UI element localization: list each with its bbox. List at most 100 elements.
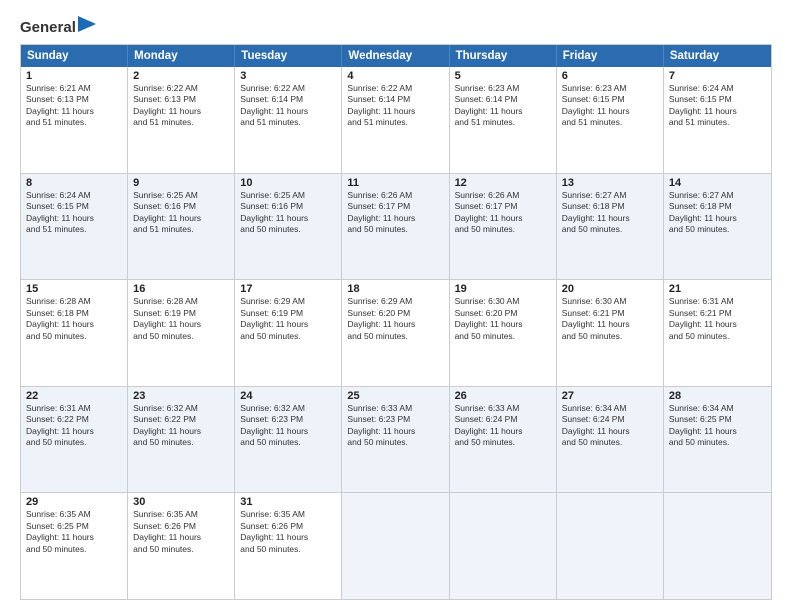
day-number: 6 [562,70,658,82]
day-number: 21 [669,283,766,295]
day-info: Sunrise: 6:32 AM Sunset: 6:22 PM Dayligh… [133,403,229,449]
header: General [20,18,772,34]
day-info: Sunrise: 6:22 AM Sunset: 6:13 PM Dayligh… [133,83,229,129]
calendar-cell: 24Sunrise: 6:32 AM Sunset: 6:23 PM Dayli… [235,387,342,493]
page: General SundayMondayTuesdayWednesdayThur… [0,0,792,612]
calendar-cell: 2Sunrise: 6:22 AM Sunset: 6:13 PM Daylig… [128,67,235,173]
day-info: Sunrise: 6:25 AM Sunset: 6:16 PM Dayligh… [133,190,229,236]
day-number: 9 [133,177,229,189]
calendar-row: 29Sunrise: 6:35 AM Sunset: 6:25 PM Dayli… [21,492,771,599]
calendar-cell: 31Sunrise: 6:35 AM Sunset: 6:26 PM Dayli… [235,493,342,599]
logo-general: General [20,19,76,36]
day-info: Sunrise: 6:22 AM Sunset: 6:14 PM Dayligh… [240,83,336,129]
calendar-cell: 19Sunrise: 6:30 AM Sunset: 6:20 PM Dayli… [450,280,557,386]
day-info: Sunrise: 6:29 AM Sunset: 6:20 PM Dayligh… [347,296,443,342]
day-info: Sunrise: 6:33 AM Sunset: 6:23 PM Dayligh… [347,403,443,449]
day-info: Sunrise: 6:23 AM Sunset: 6:14 PM Dayligh… [455,83,551,129]
calendar-cell: 15Sunrise: 6:28 AM Sunset: 6:18 PM Dayli… [21,280,128,386]
calendar-cell: 3Sunrise: 6:22 AM Sunset: 6:14 PM Daylig… [235,67,342,173]
weekday-header: Friday [557,45,664,67]
empty-cell [450,493,557,599]
calendar-cell: 25Sunrise: 6:33 AM Sunset: 6:23 PM Dayli… [342,387,449,493]
weekday-header: Saturday [664,45,771,67]
day-info: Sunrise: 6:22 AM Sunset: 6:14 PM Dayligh… [347,83,443,129]
calendar-cell: 11Sunrise: 6:26 AM Sunset: 6:17 PM Dayli… [342,174,449,280]
day-number: 31 [240,496,336,508]
calendar-cell: 23Sunrise: 6:32 AM Sunset: 6:22 PM Dayli… [128,387,235,493]
day-number: 8 [26,177,122,189]
day-number: 18 [347,283,443,295]
day-number: 13 [562,177,658,189]
calendar-cell: 9Sunrise: 6:25 AM Sunset: 6:16 PM Daylig… [128,174,235,280]
weekday-header: Tuesday [235,45,342,67]
day-info: Sunrise: 6:28 AM Sunset: 6:18 PM Dayligh… [26,296,122,342]
day-number: 26 [455,390,551,402]
day-number: 28 [669,390,766,402]
day-number: 12 [455,177,551,189]
calendar-cell: 4Sunrise: 6:22 AM Sunset: 6:14 PM Daylig… [342,67,449,173]
calendar-cell: 17Sunrise: 6:29 AM Sunset: 6:19 PM Dayli… [235,280,342,386]
calendar-cell: 14Sunrise: 6:27 AM Sunset: 6:18 PM Dayli… [664,174,771,280]
calendar-row: 22Sunrise: 6:31 AM Sunset: 6:22 PM Dayli… [21,386,771,493]
calendar-cell: 10Sunrise: 6:25 AM Sunset: 6:16 PM Dayli… [235,174,342,280]
day-number: 10 [240,177,336,189]
day-info: Sunrise: 6:28 AM Sunset: 6:19 PM Dayligh… [133,296,229,342]
day-number: 19 [455,283,551,295]
day-number: 15 [26,283,122,295]
day-info: Sunrise: 6:31 AM Sunset: 6:21 PM Dayligh… [669,296,766,342]
day-number: 20 [562,283,658,295]
calendar-cell: 27Sunrise: 6:34 AM Sunset: 6:24 PM Dayli… [557,387,664,493]
day-info: Sunrise: 6:27 AM Sunset: 6:18 PM Dayligh… [562,190,658,236]
calendar-cell: 12Sunrise: 6:26 AM Sunset: 6:17 PM Dayli… [450,174,557,280]
day-number: 17 [240,283,336,295]
calendar-cell: 8Sunrise: 6:24 AM Sunset: 6:15 PM Daylig… [21,174,128,280]
day-number: 14 [669,177,766,189]
day-info: Sunrise: 6:24 AM Sunset: 6:15 PM Dayligh… [669,83,766,129]
day-number: 2 [133,70,229,82]
day-number: 7 [669,70,766,82]
day-number: 5 [455,70,551,82]
day-info: Sunrise: 6:34 AM Sunset: 6:25 PM Dayligh… [669,403,766,449]
day-info: Sunrise: 6:30 AM Sunset: 6:21 PM Dayligh… [562,296,658,342]
day-info: Sunrise: 6:24 AM Sunset: 6:15 PM Dayligh… [26,190,122,236]
day-info: Sunrise: 6:35 AM Sunset: 6:26 PM Dayligh… [133,509,229,555]
day-number: 27 [562,390,658,402]
calendar-header: SundayMondayTuesdayWednesdayThursdayFrid… [21,45,771,67]
calendar-cell: 7Sunrise: 6:24 AM Sunset: 6:15 PM Daylig… [664,67,771,173]
day-number: 11 [347,177,443,189]
weekday-header: Monday [128,45,235,67]
calendar-cell: 6Sunrise: 6:23 AM Sunset: 6:15 PM Daylig… [557,67,664,173]
day-info: Sunrise: 6:27 AM Sunset: 6:18 PM Dayligh… [669,190,766,236]
day-number: 4 [347,70,443,82]
day-info: Sunrise: 6:23 AM Sunset: 6:15 PM Dayligh… [562,83,658,129]
calendar-row: 1Sunrise: 6:21 AM Sunset: 6:13 PM Daylig… [21,67,771,173]
calendar-row: 15Sunrise: 6:28 AM Sunset: 6:18 PM Dayli… [21,279,771,386]
day-info: Sunrise: 6:26 AM Sunset: 6:17 PM Dayligh… [455,190,551,236]
calendar: SundayMondayTuesdayWednesdayThursdayFrid… [20,44,772,600]
day-info: Sunrise: 6:34 AM Sunset: 6:24 PM Dayligh… [562,403,658,449]
calendar-cell: 21Sunrise: 6:31 AM Sunset: 6:21 PM Dayli… [664,280,771,386]
empty-cell [557,493,664,599]
calendar-cell: 13Sunrise: 6:27 AM Sunset: 6:18 PM Dayli… [557,174,664,280]
calendar-cell: 22Sunrise: 6:31 AM Sunset: 6:22 PM Dayli… [21,387,128,493]
calendar-cell: 30Sunrise: 6:35 AM Sunset: 6:26 PM Dayli… [128,493,235,599]
day-number: 24 [240,390,336,402]
day-number: 16 [133,283,229,295]
day-info: Sunrise: 6:35 AM Sunset: 6:26 PM Dayligh… [240,509,336,555]
calendar-cell: 20Sunrise: 6:30 AM Sunset: 6:21 PM Dayli… [557,280,664,386]
day-number: 23 [133,390,229,402]
calendar-cell: 5Sunrise: 6:23 AM Sunset: 6:14 PM Daylig… [450,67,557,173]
calendar-row: 8Sunrise: 6:24 AM Sunset: 6:15 PM Daylig… [21,173,771,280]
day-info: Sunrise: 6:21 AM Sunset: 6:13 PM Dayligh… [26,83,122,129]
logo: General [20,18,96,34]
empty-cell [342,493,449,599]
day-number: 25 [347,390,443,402]
day-info: Sunrise: 6:29 AM Sunset: 6:19 PM Dayligh… [240,296,336,342]
day-number: 3 [240,70,336,82]
day-info: Sunrise: 6:30 AM Sunset: 6:20 PM Dayligh… [455,296,551,342]
day-info: Sunrise: 6:26 AM Sunset: 6:17 PM Dayligh… [347,190,443,236]
day-info: Sunrise: 6:32 AM Sunset: 6:23 PM Dayligh… [240,403,336,449]
weekday-header: Sunday [21,45,128,67]
day-info: Sunrise: 6:33 AM Sunset: 6:24 PM Dayligh… [455,403,551,449]
day-info: Sunrise: 6:25 AM Sunset: 6:16 PM Dayligh… [240,190,336,236]
